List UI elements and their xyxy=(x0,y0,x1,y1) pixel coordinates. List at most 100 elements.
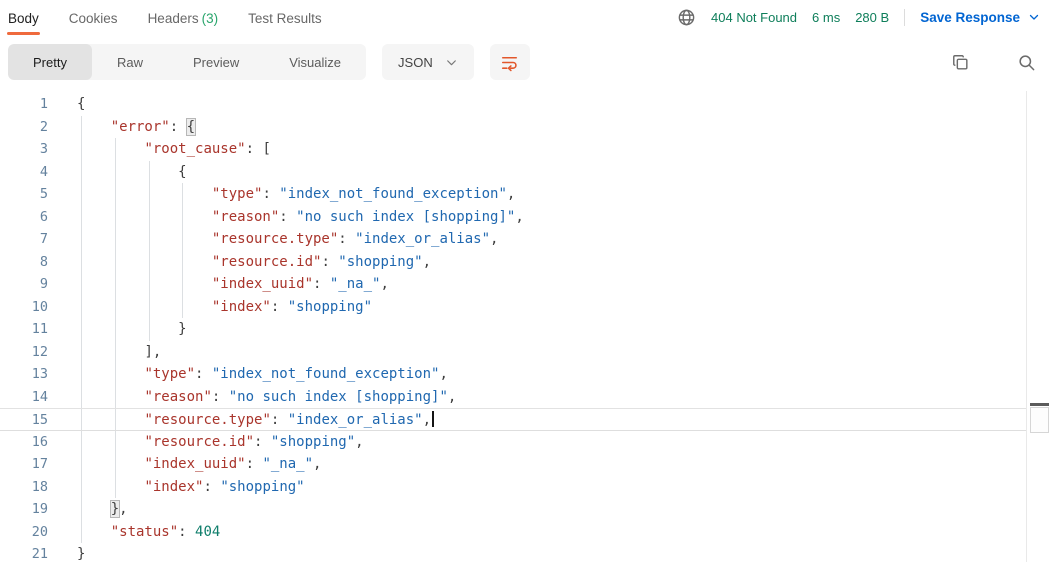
line-text: "index": "shopping" xyxy=(62,295,1052,318)
code-line: 15 "resource.type": "index_or_alias", xyxy=(0,408,1052,431)
line-text: { xyxy=(77,96,86,112)
mode-visualize[interactable]: Visualize xyxy=(264,44,366,80)
tab-body[interactable]: Body xyxy=(7,2,40,35)
tab-test-results[interactable]: Test Results xyxy=(248,2,322,33)
tab-headers[interactable]: Headers (3) xyxy=(148,2,219,33)
indent-guide xyxy=(81,340,83,363)
line-text: "type": "index_not_found_exception", xyxy=(62,363,1052,386)
indent-guide xyxy=(81,318,83,341)
line-text: } xyxy=(77,546,86,562)
code-line: 7 "resource.type": "index_or_alias", xyxy=(0,228,1052,251)
language-dropdown-value: JSON xyxy=(398,54,433,70)
line-number: 8 xyxy=(39,253,48,270)
indent-guide xyxy=(81,295,83,318)
language-dropdown[interactable]: JSON xyxy=(382,44,474,80)
copy-icon xyxy=(952,54,968,70)
indent-guide xyxy=(114,228,116,251)
indent-guide xyxy=(182,273,184,296)
indent-guide xyxy=(148,228,150,251)
indent-guide xyxy=(114,205,116,228)
view-toolbar: Pretty Raw Preview Visualize JSON xyxy=(0,34,1052,90)
copy-body-button[interactable] xyxy=(946,48,974,76)
save-response-button[interactable]: Save Response xyxy=(920,10,1040,25)
indent-guide xyxy=(81,520,83,543)
indent-guide xyxy=(81,115,83,138)
indent-guide xyxy=(81,430,83,453)
indent-guide xyxy=(81,385,83,408)
line-text: "reason": "no such index [shopping]", xyxy=(62,385,1052,408)
code-line: 13 "type": "index_not_found_exception", xyxy=(0,363,1052,386)
indent-guide xyxy=(148,160,150,183)
line-text: { xyxy=(62,160,1052,183)
line-text: "index": "shopping" xyxy=(62,475,1052,498)
line-number: 18 xyxy=(31,478,48,495)
search-body-button[interactable] xyxy=(1012,48,1040,76)
response-panel: Body Cookies Headers (3) Test Results 404… xyxy=(0,0,1052,562)
code-line: 10 "index": "shopping" xyxy=(0,295,1052,318)
tab-cookies[interactable]: Cookies xyxy=(69,2,118,33)
indent-guide xyxy=(182,295,184,318)
wrap-lines-button[interactable] xyxy=(489,44,530,80)
line-text: "type": "index_not_found_exception", xyxy=(62,183,1052,206)
line-text: "resource.type": "index_or_alias", xyxy=(62,228,1052,251)
response-size-badge: 280 B xyxy=(855,9,890,25)
response-header: Body Cookies Headers (3) Test Results 404… xyxy=(0,0,1052,35)
response-tabs: Body Cookies Headers (3) Test Results xyxy=(7,2,322,35)
indent-guide xyxy=(114,183,116,206)
indent-guide xyxy=(148,318,150,341)
indent-guide xyxy=(81,363,83,386)
line-text: "resource.id": "shopping", xyxy=(62,430,1052,453)
code-line: 4 { xyxy=(0,160,1052,183)
indent-guide xyxy=(81,475,83,498)
line-number: 5 xyxy=(39,186,48,202)
indent-guide xyxy=(114,409,116,430)
tab-headers-label: Headers xyxy=(147,10,199,26)
indent-guide xyxy=(81,250,83,273)
code-line: 21} xyxy=(0,543,1052,562)
indent-guide xyxy=(114,475,116,498)
indent-guide xyxy=(114,453,116,476)
indent-guide xyxy=(148,205,150,228)
indent-guide xyxy=(81,138,83,161)
code-line: 3 "root_cause": [ xyxy=(0,138,1052,161)
line-text: "status": 404 xyxy=(62,520,1052,543)
indent-guide xyxy=(114,318,116,341)
code-lines: 1{2 "error": {3 "root_cause": [4 {5 "typ… xyxy=(0,91,1052,562)
code-line: 1{ xyxy=(0,93,1052,116)
line-text: ], xyxy=(62,340,1052,363)
code-line: 9 "index_uuid": "_na_", xyxy=(0,273,1052,296)
save-response-label: Save Response xyxy=(920,9,1020,25)
response-body-editor[interactable]: 1{2 "error": {3 "root_cause": [4 {5 "typ… xyxy=(0,91,1052,562)
indent-guide xyxy=(148,273,150,296)
response-time-badge: 6 ms xyxy=(812,9,841,25)
tab-body-label: Body xyxy=(8,10,39,26)
divider xyxy=(904,8,906,26)
mode-preview[interactable]: Preview xyxy=(168,44,264,80)
line-number: 17 xyxy=(31,456,48,472)
line-number: 4 xyxy=(39,163,48,180)
indent-guide xyxy=(182,250,184,273)
scrollbar-thumb[interactable] xyxy=(1030,407,1049,433)
line-text: "error": { xyxy=(62,115,1052,138)
code-line: 14 "reason": "no such index [shopping]", xyxy=(0,385,1052,408)
code-line: 17 "index_uuid": "_na_", xyxy=(0,453,1052,476)
indent-guide xyxy=(114,363,116,386)
scrollbar-cursor-marker xyxy=(1030,403,1049,406)
indent-guide xyxy=(148,295,150,318)
code-line: 6 "reason": "no such index [shopping]", xyxy=(0,205,1052,228)
line-text: "resource.id": "shopping", xyxy=(62,250,1052,273)
line-number: 11 xyxy=(31,321,48,337)
mode-pretty[interactable]: Pretty xyxy=(8,44,92,80)
indent-guide xyxy=(182,228,184,251)
line-number: 13 xyxy=(31,366,48,382)
indent-guide xyxy=(114,430,116,453)
code-line: 2 "error": { xyxy=(0,115,1052,138)
mode-raw[interactable]: Raw xyxy=(92,44,168,80)
code-line: 16 "resource.id": "shopping", xyxy=(0,430,1052,453)
line-text: "index_uuid": "_na_", xyxy=(62,273,1052,296)
indent-guide xyxy=(114,385,116,408)
indent-guide xyxy=(182,205,184,228)
indent-guide xyxy=(148,250,150,273)
globe-icon[interactable] xyxy=(677,8,696,27)
line-number: 3 xyxy=(39,141,48,157)
